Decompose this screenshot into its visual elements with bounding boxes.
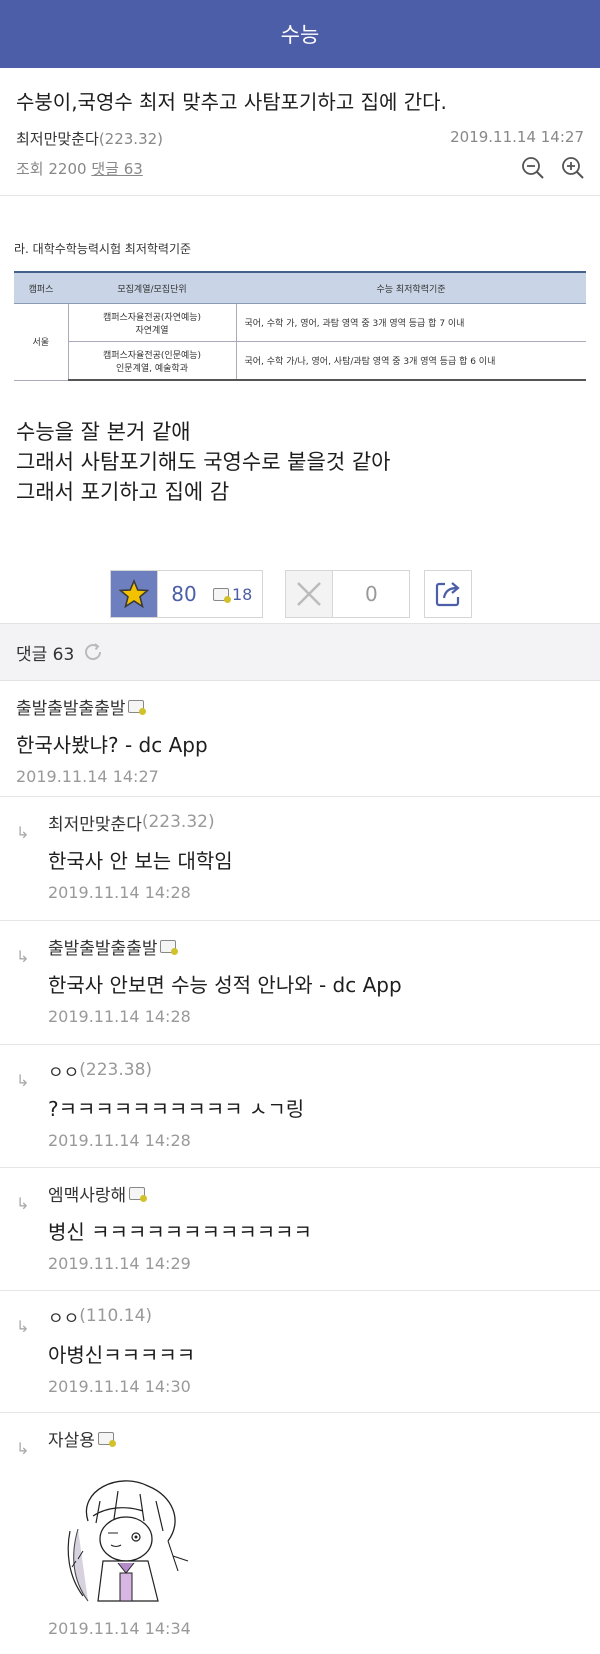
comment-reply[interactable]: ↳ 출발출발출출발 한국사 안보면 수능 성적 안나와 - dc App 201… — [0, 921, 600, 1045]
comment-ip: (110.14) — [79, 1306, 153, 1326]
fix-badge-icon — [160, 939, 179, 955]
comment-reply[interactable]: ↳ ㅇㅇ (223.38) ?ㅋㅋㅋㅋㅋㅋㅋㅋㅋㅋ ㅅㄱ링 2019.11.14 … — [0, 1045, 600, 1168]
reply-arrow-icon: ↳ — [16, 947, 30, 966]
table-caption: 라. 대학수학능력시험 최저학력기준 — [14, 242, 192, 256]
fix-badge-icon — [128, 699, 147, 715]
top-bar: 수능 — [0, 0, 600, 68]
reply-arrow-icon: ↳ — [16, 1071, 30, 1090]
comment-name: 최저만맞춘다 — [48, 814, 142, 835]
reply-arrow-icon: ↳ — [16, 1439, 30, 1458]
comment-item[interactable]: 출발출발출출발 한국사봤냐? - dc App 2019.11.14 14:27 — [0, 681, 600, 797]
comment-name: ㅇㅇ — [48, 1308, 80, 1329]
body-line: 수능을 잘 본거 같애 — [16, 420, 191, 444]
comment-author[interactable]: ㅇㅇ (110.14) — [48, 1303, 584, 1329]
zoom-in-icon[interactable] — [560, 155, 586, 181]
comment-date: 2019.11.14 14:28 — [48, 1131, 191, 1150]
vote-row: 80 18 0 — [110, 570, 473, 618]
unit-line: 인문계열, 예술학과 — [116, 363, 188, 374]
comment-date: 2019.11.14 14:28 — [48, 1007, 191, 1026]
comment-list: 출발출발출출발 한국사봤냐? - dc App 2019.11.14 14:27… — [0, 681, 600, 1653]
comment-ip: (223.32) — [141, 812, 215, 832]
comment-text: ?ㅋㅋㅋㅋㅋㅋㅋㅋㅋㅋ ㅅㄱ링 — [48, 1097, 305, 1121]
unit-line: 캠퍼스자율전공(인문예능) — [102, 350, 202, 361]
table-cell: 캠퍼스자율전공(자연예능) 자연계열 — [67, 303, 236, 342]
table-header: 모집계열/모집단위 — [68, 271, 236, 304]
table-cell: 국어, 수학 가/나, 영어, 사탐/과탐 영역 중 3개 영역 등급 합 6 … — [235, 341, 586, 381]
comment-text: 한국사봤냐? - dc App — [16, 733, 208, 757]
reply-arrow-icon: ↳ — [16, 1194, 30, 1213]
view-count: 조회 2200 — [16, 159, 87, 178]
comment-reply[interactable]: ↳ 최저만맞춘다 (223.32) 한국사 안 보는 대학임 2019.11.14… — [0, 797, 600, 921]
comment-author[interactable]: 엠맥사랑해 — [48, 1180, 584, 1206]
unit-line: 자연계열 — [135, 325, 169, 336]
gallery-title[interactable]: 수능 — [281, 19, 320, 49]
reply-arrow-icon: ↳ — [16, 1317, 30, 1336]
body-line: 그래서 포기하고 집에 감 — [16, 480, 230, 504]
comment-count-link[interactable]: 댓글 63 — [91, 160, 142, 178]
criteria-image: 라. 대학수학능력시험 최저학력기준 캠퍼스 모집계열/모집단위 수능 최저학력… — [14, 240, 586, 381]
comment-author[interactable]: 자살용 — [48, 1425, 584, 1451]
recommend-button[interactable]: 80 18 — [110, 570, 264, 618]
star-icon — [111, 571, 158, 617]
comment-name: 출발출발출출발 — [16, 698, 126, 719]
fix-badge-icon — [97, 1431, 116, 1447]
author-name: 최저만맞춘다 — [16, 130, 99, 148]
comment-name: 출발출발출출발 — [48, 938, 158, 959]
author[interactable]: 최저만맞춘다(223.32) — [16, 128, 163, 149]
fix-badge-icon — [129, 1186, 148, 1202]
fixed-recommend: 18 — [210, 585, 262, 604]
nonrecommend-button[interactable]: 0 — [285, 570, 411, 618]
zoom-out-icon[interactable] — [520, 155, 546, 181]
comment-date: 2019.11.14 14:34 — [48, 1619, 191, 1638]
recommend-count: 80 — [171, 582, 197, 606]
comment-ip: (223.38) — [79, 1060, 153, 1080]
post-body: 수능을 잘 본거 같애 그래서 사탐포기해도 국영수로 붙을것 같아 그래서 포… — [0, 381, 600, 507]
table-header: 수능 최저학력기준 — [236, 271, 586, 304]
body-line: 그래서 사탐포기해도 국영수로 붙을것 같아 — [16, 450, 391, 474]
close-x-icon — [286, 571, 334, 617]
comment-header: 댓글 63 — [0, 623, 600, 681]
author-ip: (223.32) — [98, 130, 164, 148]
comment-date: 2019.11.14 14:28 — [48, 883, 191, 902]
fix-badge-icon — [213, 587, 231, 603]
criteria-table: 캠퍼스 모집계열/모집단위 수능 최저학력기준 서울 캠퍼스자율전공(자연예능)… — [14, 271, 586, 381]
comment-author[interactable]: 출발출발출출발 — [48, 933, 584, 959]
post-title: 수붕이,국영수 최저 맞추고 사탐포기하고 집에 간다. — [16, 90, 447, 114]
table-header: 캠퍼스 — [14, 271, 68, 304]
nonrecommend-count: 0 — [364, 582, 378, 606]
post-author-row: 최저만맞춘다(223.32) 2019.11.14 14:27 — [0, 116, 600, 149]
table-cell: 국어, 수학 가, 영어, 과탐 영역 중 3개 영역 등급 합 7 이내 — [235, 303, 586, 342]
post-date: 2019.11.14 14:27 — [450, 128, 584, 146]
comment-name: ㅇㅇ — [48, 1062, 80, 1083]
comment-reply[interactable]: ↳ 자살용 2019.11.14 14:34 — [0, 1413, 600, 1653]
fixed-recommend-count: 18 — [232, 584, 253, 604]
comment-date: 2019.11.14 14:27 — [16, 767, 159, 786]
comment-date: 2019.11.14 14:29 — [48, 1254, 191, 1273]
comment-date: 2019.11.14 14:30 — [48, 1377, 191, 1396]
divider — [0, 195, 600, 196]
comment-author[interactable]: ㅇㅇ (223.38) — [48, 1057, 584, 1083]
comment-author[interactable]: 최저만맞춘다 (223.32) — [48, 809, 584, 835]
comment-text: 아병신ㅋㅋㅋㅋㅋ — [48, 1343, 196, 1367]
share-button[interactable] — [424, 570, 473, 618]
comment-text: 한국사 안보면 수능 성적 안나와 - dc App — [48, 973, 402, 997]
table-cell: 캠퍼스자율전공(인문예능) 인문계열, 예술학과 — [67, 341, 236, 381]
comment-reply[interactable]: ↳ ㅇㅇ (110.14) 아병신ㅋㅋㅋㅋㅋ 2019.11.14 14:30 — [0, 1291, 600, 1413]
comment-name: 엠맥사랑해 — [48, 1185, 127, 1206]
sticker-image[interactable] — [48, 1461, 198, 1611]
unit-line: 캠퍼스자율전공(자연예능) — [102, 312, 202, 323]
comment-author[interactable]: 출발출발출출발 — [16, 693, 584, 719]
refresh-icon[interactable] — [82, 641, 104, 663]
comment-header-label: 댓글 63 — [16, 644, 75, 665]
comment-reply[interactable]: ↳ 엠맥사랑해 병신 ㅋㅋㅋㅋㅋㅋㅋㅋㅋㅋㅋㅋ 2019.11.14 14:29 — [0, 1168, 600, 1291]
comment-text: 병신 ㅋㅋㅋㅋㅋㅋㅋㅋㅋㅋㅋㅋ — [48, 1220, 312, 1244]
share-icon — [436, 582, 461, 607]
comment-name: 자살용 — [48, 1430, 95, 1451]
table-cell: 서울 — [14, 303, 68, 381]
post-stats-row: 조회 2200 댓글 63 — [0, 149, 600, 181]
reply-arrow-icon: ↳ — [16, 823, 30, 842]
comment-text: 한국사 안 보는 대학임 — [48, 849, 233, 873]
